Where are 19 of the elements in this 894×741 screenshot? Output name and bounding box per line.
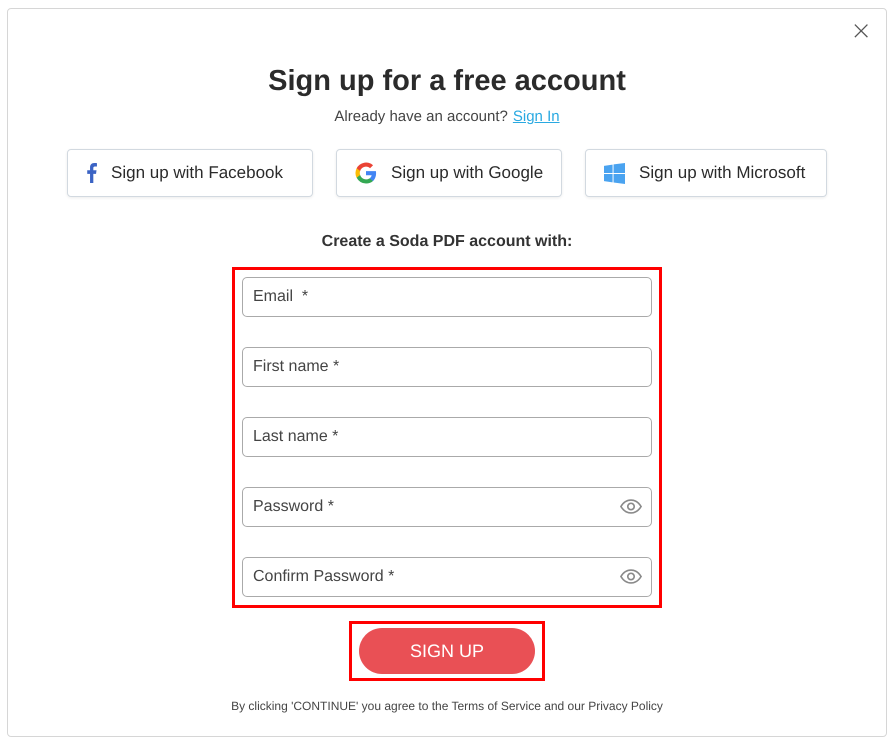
input-field[interactable]: Last name * — [242, 417, 652, 457]
signin-prompt: Already have an account? — [334, 108, 508, 125]
facebook-signup-button[interactable]: Sign up with Facebook — [67, 149, 313, 197]
signup-button[interactable]: SIGN UP — [359, 628, 535, 674]
google-icon — [355, 162, 377, 184]
legal-notice: By clicking 'CONTINUE' you agree to the Terms of Service and our Privacy Policy — [231, 699, 663, 713]
dialog-title: Sign up for a free account — [268, 65, 626, 98]
form-heading: Create a Soda PDF account with: — [322, 233, 572, 251]
microsoft-signup-button[interactable]: Sign up with Microsoft — [585, 149, 827, 197]
eye-icon[interactable] — [620, 569, 642, 584]
close-button[interactable]: × — [846, 17, 876, 45]
google-signup-button[interactable]: Sign up with Google — [336, 149, 562, 197]
windows-icon — [604, 162, 625, 184]
input-field[interactable]: Password * — [242, 487, 652, 527]
input-field[interactable]: First name * — [242, 347, 652, 387]
input-field[interactable]: Confirm Password * — [242, 557, 652, 597]
facebook-icon — [86, 163, 97, 183]
eye-icon[interactable] — [620, 499, 642, 514]
input-field[interactable]: Email * — [242, 277, 652, 317]
